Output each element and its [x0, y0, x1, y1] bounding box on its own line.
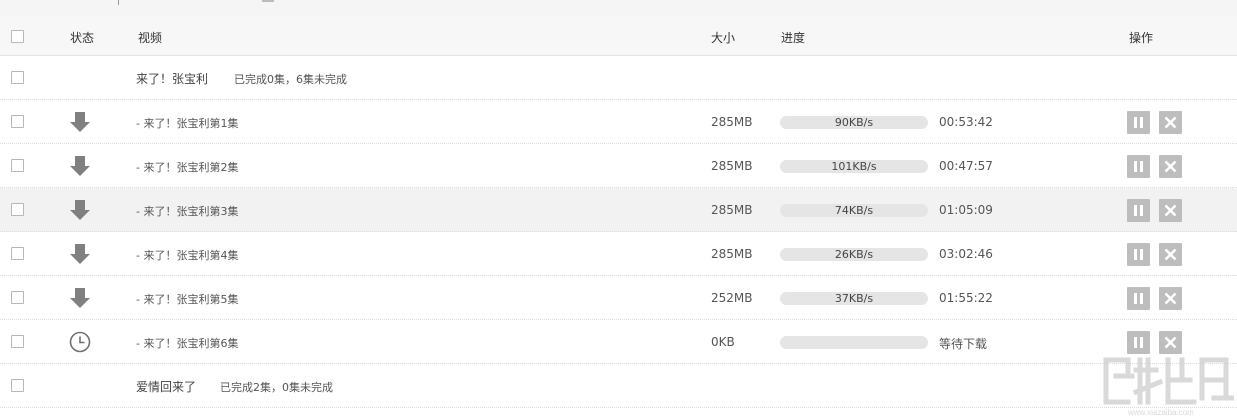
group-checkbox[interactable]	[11, 71, 24, 84]
download-speed: 37KB/s	[834, 292, 874, 305]
delete-button[interactable]	[1159, 287, 1182, 310]
download-speed: 26KB/s	[834, 248, 874, 261]
progress-bar: 90KB/s	[780, 116, 928, 129]
item-checkbox[interactable]	[11, 115, 24, 128]
progress-bar: 74KB/s	[780, 204, 928, 217]
item-checkbox[interactable]	[11, 159, 24, 172]
progress-bar: 37KB/s	[780, 292, 928, 305]
remaining-time: 00:53:42	[939, 115, 993, 129]
item-name: - 来了！张宝利第2集	[136, 161, 239, 174]
progress-bar: 26KB/s	[780, 248, 928, 261]
group-checkbox[interactable]	[11, 379, 24, 392]
top-toolbar-strip	[0, 0, 1237, 16]
delete-button[interactable]	[1159, 331, 1182, 354]
item-checkbox[interactable]	[11, 291, 24, 304]
group-status: 已完成0集，6集未完成	[234, 73, 347, 86]
progress-bar: 101KB/s	[780, 160, 928, 173]
download-speed: 74KB/s	[834, 204, 874, 217]
download-arrow-icon	[69, 155, 91, 177]
watermark-logo: www.xiazaiba.com	[1103, 357, 1234, 417]
delete-button[interactable]	[1159, 155, 1182, 178]
item-size: 252MB	[711, 291, 753, 305]
group-status: 已完成2集，0集未完成	[220, 381, 333, 394]
item-name: - 来了！张宝利第5集	[136, 293, 239, 306]
download-item-row[interactable]: - 来了！张宝利第3集 285MB 74KB/s 01:05:09	[0, 188, 1237, 232]
download-speed	[780, 336, 928, 349]
download-item-row[interactable]: - 来了！张宝利第2集 285MB 101KB/s 00:47:57	[0, 144, 1237, 188]
item-size: 285MB	[711, 247, 753, 261]
pause-button[interactable]	[1127, 111, 1150, 134]
download-arrow-icon	[69, 111, 91, 133]
download-item-row[interactable]: - 来了！张宝利第6集 0KB 等待下载	[0, 320, 1237, 364]
toolbar-divider	[118, 0, 119, 5]
pause-button[interactable]	[1127, 243, 1150, 266]
item-name: - 来了！张宝利第1集	[136, 117, 239, 130]
item-size: 285MB	[711, 115, 753, 129]
item-name: - 来了！张宝利第3集	[136, 205, 239, 218]
select-all-checkbox[interactable]	[11, 30, 24, 43]
delete-button[interactable]	[1159, 199, 1182, 222]
item-checkbox[interactable]	[11, 203, 24, 216]
item-checkbox[interactable]	[11, 335, 24, 348]
download-arrow-icon	[69, 287, 91, 309]
item-name: - 来了！张宝利第6集	[136, 337, 239, 350]
column-header-status: 状态	[70, 31, 95, 45]
group-title: 来了！张宝利	[136, 72, 209, 86]
column-header-actions: 操作	[1129, 31, 1154, 45]
remaining-time: 01:05:09	[939, 203, 993, 217]
download-item-row[interactable]: - 来了！张宝利第4集 285MB 26KB/s 03:02:46	[0, 232, 1237, 276]
pause-button[interactable]	[1127, 199, 1150, 222]
clock-icon	[69, 331, 91, 353]
pause-button[interactable]	[1127, 287, 1150, 310]
progress-bar	[780, 336, 928, 349]
remaining-time: 01:55:22	[939, 291, 993, 305]
delete-button[interactable]	[1159, 111, 1182, 134]
pause-button[interactable]	[1127, 331, 1150, 354]
svg-text:www.xiazaiba.com: www.xiazaiba.com	[1127, 408, 1194, 417]
download-arrow-icon	[69, 243, 91, 265]
download-item-row[interactable]: - 来了！张宝利第5集 252MB 37KB/s 01:55:22	[0, 276, 1237, 320]
group-row[interactable]: 来了！张宝利 已完成0集，6集未完成	[0, 56, 1237, 100]
column-header-progress: 进度	[781, 31, 806, 45]
download-speed: 101KB/s	[831, 160, 877, 173]
remaining-time: 等待下载	[939, 337, 988, 351]
download-arrow-icon	[69, 199, 91, 221]
group-title: 爱情回来了	[136, 380, 197, 394]
item-name: - 来了！张宝利第4集	[136, 249, 239, 262]
item-checkbox[interactable]	[11, 247, 24, 260]
delete-button[interactable]	[1159, 243, 1182, 266]
remaining-time: 03:02:46	[939, 247, 993, 261]
column-header-video: 视频	[138, 31, 163, 45]
column-header-size: 大小	[711, 31, 736, 45]
remaining-time: 00:47:57	[939, 159, 993, 173]
download-item-row[interactable]: - 来了！张宝利第1集 285MB 90KB/s 00:53:42	[0, 100, 1237, 144]
item-size: 285MB	[711, 159, 753, 173]
item-size: 285MB	[711, 203, 753, 217]
table-header: 状态 视频 大小 进度 操作	[0, 16, 1237, 56]
toolbar-underline-mark	[262, 0, 274, 2]
download-speed: 90KB/s	[834, 116, 874, 129]
group-row[interactable]: 爱情回来了 已完成2集，0集未完成	[0, 364, 1237, 408]
item-size: 0KB	[711, 335, 735, 349]
pause-button[interactable]	[1127, 155, 1150, 178]
